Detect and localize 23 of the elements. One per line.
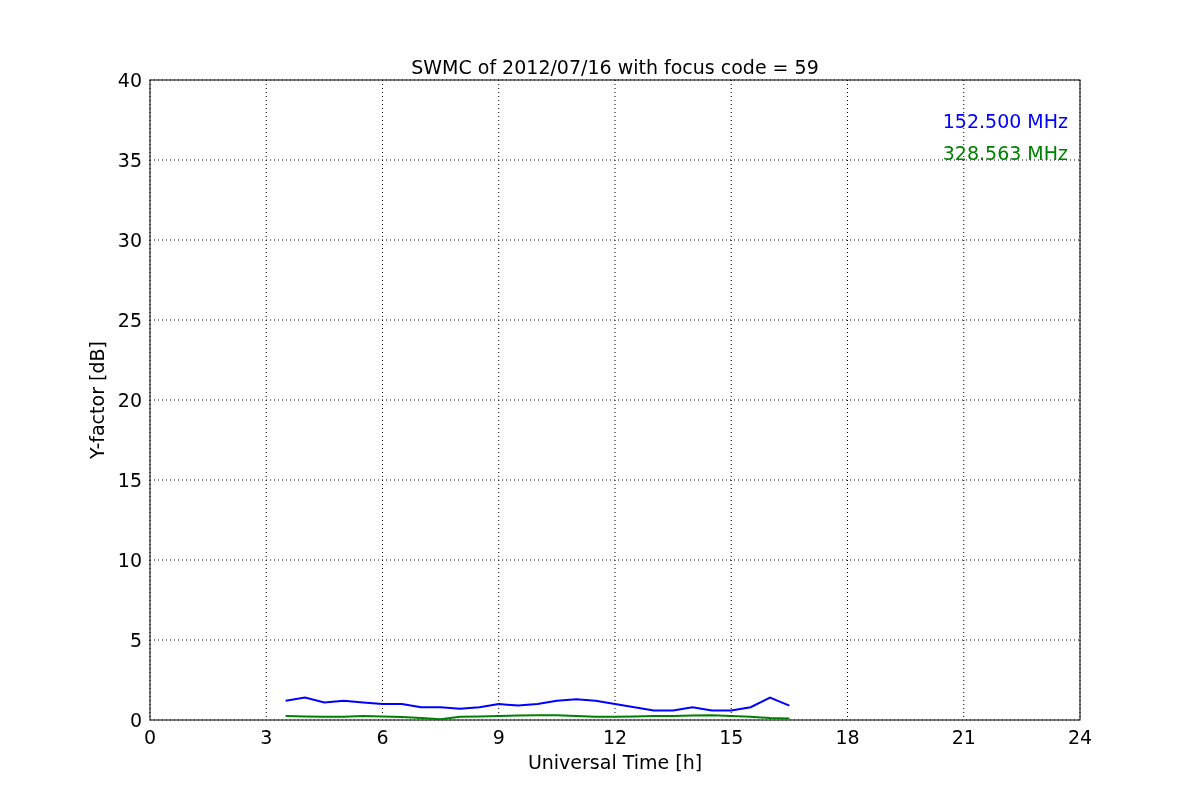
y-tick-label: 35 [117, 149, 142, 171]
y-tick-label: 10 [117, 549, 142, 571]
x-axis-label: Universal Time [h] [527, 751, 703, 773]
series-label: 152.500 MHz [942, 110, 1068, 132]
x-tick-label: 18 [835, 726, 860, 748]
x-tick-label: 12 [602, 726, 628, 748]
x-tick-label: 6 [376, 726, 389, 748]
y-tick-label: 5 [129, 629, 142, 651]
y-tick-label: 20 [117, 389, 142, 411]
x-tick-label: 24 [1067, 726, 1093, 748]
x-tick-label: 21 [951, 726, 976, 748]
chart-title: SWMC of 2012/07/16 with focus code = 59 [411, 56, 819, 78]
x-tick-label: 3 [260, 726, 273, 748]
y-tick-label: 15 [117, 469, 142, 491]
y-tick-label: 30 [117, 229, 142, 251]
y-tick-label: 0 [129, 709, 142, 731]
y-tick-label: 40 [117, 69, 142, 91]
x-tick-label: 0 [143, 726, 157, 748]
y-tick-label: 25 [117, 309, 142, 331]
series-label: 328.563 MHz [942, 142, 1068, 164]
x-tick-label: 15 [719, 726, 744, 748]
y-axis-label: Y-factor [dB] [86, 341, 108, 459]
x-tick-label: 9 [492, 726, 505, 748]
